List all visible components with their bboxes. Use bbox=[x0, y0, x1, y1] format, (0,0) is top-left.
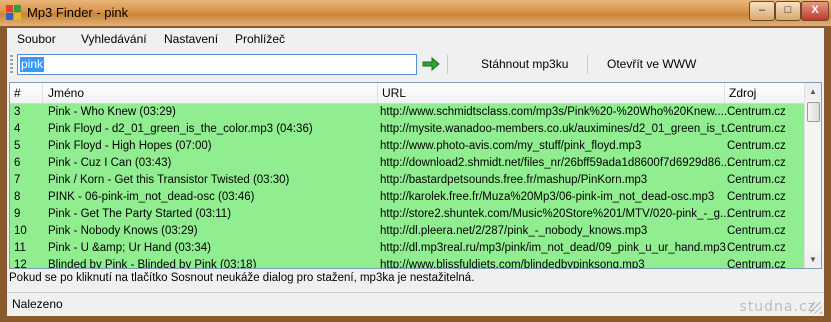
row-name: Pink / Korn - Get this Transistor Twiste… bbox=[48, 174, 290, 186]
toolbar-separator bbox=[587, 55, 588, 74]
row-number: 7 bbox=[14, 174, 21, 186]
row-number: 5 bbox=[14, 140, 21, 152]
menu-prohlizec[interactable]: Prohlížeč bbox=[235, 32, 285, 46]
row-url: http://store2.shuntek.com/Music%20Store%… bbox=[380, 208, 730, 220]
search-selected-text: pink bbox=[20, 57, 45, 72]
row-name: Pink - Nobody Knows (03:29) bbox=[48, 225, 198, 237]
title-bar[interactable]: Mp3 Finder - pink – □ X bbox=[0, 0, 831, 26]
row-url: http://karolek.free.fr/Muza%20Mp3/06-pin… bbox=[380, 191, 715, 203]
row-number: 11 bbox=[14, 242, 26, 254]
row-source: Centrum.cz bbox=[727, 208, 786, 220]
row-url: http://dl.mp3real.ru/mp3/pink/im_not_dea… bbox=[380, 242, 726, 254]
table-row[interactable]: 3 Pink - Who Knew (03:29) http://www.schmi… bbox=[10, 104, 810, 121]
menu-bar: Soubor Vyhledávání Nastavení Prohlížeč bbox=[7, 28, 824, 50]
table-row[interactable]: 5 Pink Floyd - High Hopes (07:00) http://w… bbox=[10, 138, 810, 155]
results-grid[interactable]: # Jméno URL Zdroj 3 Pink - Who Knew (03:2… bbox=[9, 82, 822, 269]
row-url: http://www.photo-avis.com/my_stuff/pink_… bbox=[380, 140, 642, 152]
window-title: Mp3 Finder - pink bbox=[27, 5, 129, 20]
app-window: Mp3 Finder - pink – □ X Soubor Vyhledává… bbox=[0, 0, 831, 322]
status-bar: Nalezeno studna.cz bbox=[7, 292, 824, 316]
row-url: http://www.schmidtsclass.com/mp3s/Pink%2… bbox=[380, 106, 728, 118]
column-header-name[interactable]: Jméno bbox=[43, 83, 378, 103]
column-header-source[interactable]: Zdroj bbox=[725, 83, 810, 103]
table-row[interactable]: 11 Pink - U &amp; Ur Hand (03:34) http://d… bbox=[10, 240, 810, 257]
app-icon[interactable] bbox=[6, 5, 22, 21]
row-name: Pink Floyd - High Hopes (07:00) bbox=[48, 140, 212, 152]
table-row[interactable]: 9 Pink - Get The Party Started (03:11) htt… bbox=[10, 206, 810, 223]
row-name: PINK - 06-pink-im_not_dead-osc (03:46) bbox=[48, 191, 255, 203]
row-number: 3 bbox=[14, 106, 21, 118]
column-header-url[interactable]: URL bbox=[378, 83, 725, 103]
row-url: http://www.blissfuldiets.com/blindedbypi… bbox=[380, 259, 645, 269]
green-arrow-icon[interactable] bbox=[422, 57, 440, 71]
row-url: http://download2.shmidt.net/files_nr/26b… bbox=[380, 157, 731, 169]
row-source: Centrum.cz bbox=[727, 174, 786, 186]
row-number: 4 bbox=[14, 123, 21, 135]
vertical-scrollbar[interactable]: ▲ ▼ bbox=[804, 83, 821, 268]
row-source: Centrum.cz bbox=[727, 157, 786, 169]
open-www-button[interactable]: Otevřít ve WWW bbox=[607, 57, 696, 71]
download-hint: Pokud se po kliknutí na tlačítko Sosnout… bbox=[9, 272, 475, 284]
row-source: Centrum.cz bbox=[727, 123, 786, 135]
row-name: Pink - U &amp; Ur Hand (03:34) bbox=[48, 242, 211, 254]
row-name: Pink - Get The Party Started (03:11) bbox=[48, 208, 232, 220]
row-source: Centrum.cz bbox=[727, 106, 786, 118]
row-name: Pink - Who Knew (03:29) bbox=[48, 106, 176, 118]
resize-grip[interactable] bbox=[810, 302, 822, 314]
row-number: 9 bbox=[14, 208, 21, 220]
watermark: studna.cz bbox=[739, 299, 816, 315]
table-row[interactable]: 4 Pink Floyd - d2_01_green_is_the_color.m… bbox=[10, 121, 810, 138]
table-row[interactable]: 8 PINK - 06-pink-im_not_dead-osc (03:46) h… bbox=[10, 189, 810, 206]
minimize-button[interactable]: – bbox=[749, 1, 775, 21]
row-source: Centrum.cz bbox=[727, 259, 786, 269]
client-area: Soubor Vyhledávání Nastavení Prohlížeč p… bbox=[6, 27, 825, 316]
row-url: http://bastardpetsounds.free.fr/mashup/P… bbox=[380, 174, 648, 186]
search-input[interactable] bbox=[17, 54, 417, 75]
row-url: http://dl.pleera.net/2/287/pink_-_nobody… bbox=[380, 225, 648, 237]
table-row[interactable]: 10 Pink - Nobody Knows (03:29) http://dl.p… bbox=[10, 223, 810, 240]
menu-soubor[interactable]: Soubor bbox=[17, 32, 56, 46]
toolbar-grip[interactable] bbox=[10, 55, 13, 73]
table-row[interactable]: 12 Blinded by Pink - Blinded by Pink (03:… bbox=[10, 257, 810, 269]
toolbar-separator bbox=[447, 55, 448, 74]
row-number: 12 bbox=[14, 259, 27, 269]
row-source: Centrum.cz bbox=[727, 225, 786, 237]
row-number: 8 bbox=[14, 191, 21, 203]
status-text: Nalezeno bbox=[12, 297, 63, 311]
row-url: http://mysite.wanadoo-members.co.uk/auxi… bbox=[380, 123, 735, 135]
row-name: Pink - Cuz I Can (03:43) bbox=[48, 157, 172, 169]
download-mp3-button[interactable]: Stáhnout mp3ku bbox=[481, 57, 568, 71]
row-number: 6 bbox=[14, 157, 21, 169]
menu-nastaveni[interactable]: Nastavení bbox=[164, 32, 218, 46]
row-number: 10 bbox=[14, 225, 27, 237]
menu-vyhledavani[interactable]: Vyhledávání bbox=[81, 32, 147, 46]
grid-header: # Jméno URL Zdroj bbox=[10, 83, 810, 104]
row-name: Blinded by Pink - Blinded by Pink (03:18… bbox=[48, 259, 257, 269]
toolbar: pink Stáhnout mp3ku Otevřít ve WWW bbox=[7, 50, 824, 79]
scroll-up-icon[interactable]: ▲ bbox=[805, 83, 821, 100]
scroll-thumb[interactable] bbox=[807, 102, 820, 122]
table-row[interactable]: 6 Pink - Cuz I Can (03:43) http://download… bbox=[10, 155, 810, 172]
row-source: Centrum.cz bbox=[727, 191, 786, 203]
scroll-down-icon[interactable]: ▼ bbox=[805, 251, 821, 268]
row-source: Centrum.cz bbox=[727, 242, 786, 254]
close-button[interactable]: X bbox=[801, 1, 829, 21]
table-row[interactable]: 7 Pink / Korn - Get this Transistor Twist… bbox=[10, 172, 810, 189]
column-header-number[interactable]: # bbox=[10, 83, 43, 103]
row-name: Pink Floyd - d2_01_green_is_the_color.mp… bbox=[48, 123, 313, 135]
row-source: Centrum.cz bbox=[727, 140, 786, 152]
maximize-button[interactable]: □ bbox=[775, 1, 801, 21]
